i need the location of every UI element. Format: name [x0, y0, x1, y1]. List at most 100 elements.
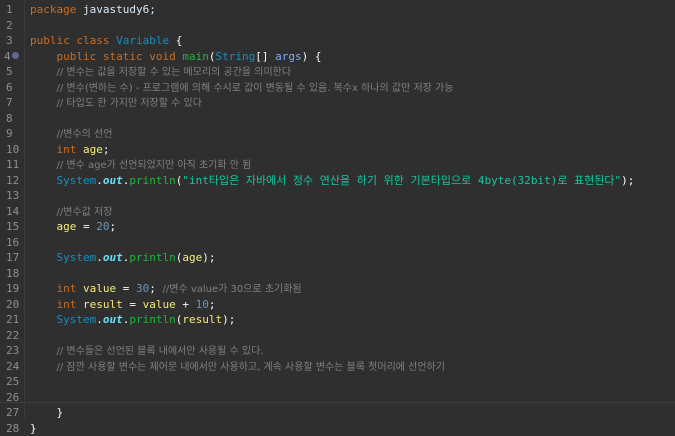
- code-token: [30, 298, 57, 311]
- line-number: 10: [6, 142, 20, 158]
- code-token: =: [123, 298, 143, 311]
- code-token: [30, 143, 57, 156]
- code-text: int result = value + 10;: [30, 297, 216, 313]
- line-number: 12: [6, 173, 20, 189]
- code-token: value: [83, 282, 116, 295]
- code-line[interactable]: 11 // 변수 age가 선언되었지만 아직 초기화 안 됨: [0, 157, 675, 173]
- code-text: // 변수는 값을 저장할 수 있는 메모리의 공간을 의미한다: [30, 64, 291, 81]
- code-token: }: [30, 422, 37, 435]
- code-token: age: [57, 220, 77, 233]
- code-line[interactable]: 6 // 변수(변하는 수) - 프로그램에 의해 수시로 값이 변동될 수 있…: [0, 80, 675, 96]
- line-number: 5: [6, 64, 20, 80]
- code-token: );: [202, 251, 215, 264]
- line-number: 9: [6, 126, 20, 142]
- code-line[interactable]: 20 int result = value + 10;: [0, 297, 675, 313]
- code-line[interactable]: 13: [0, 188, 675, 204]
- line-number: 11: [6, 157, 20, 173]
- code-token: out: [103, 251, 123, 264]
- code-token: ;: [149, 282, 162, 295]
- line-number: 23: [6, 343, 20, 359]
- code-line[interactable]: 22: [0, 328, 675, 344]
- code-line[interactable]: 25: [0, 374, 675, 390]
- line-number: 27: [6, 405, 20, 421]
- code-token: [30, 282, 57, 295]
- line-number: 18: [6, 266, 20, 282]
- code-line[interactable]: 5 // 변수는 값을 저장할 수 있는 메모리의 공간을 의미한다: [0, 64, 675, 80]
- line-number: 24: [6, 359, 20, 375]
- code-line[interactable]: 19 int value = 30; //변수 value가 30으로 초기화됨: [0, 281, 675, 297]
- code-token: public: [57, 50, 97, 63]
- code-token: //변수 value가 30으로 초기화됨: [163, 284, 302, 295]
- code-token: [30, 158, 57, 171]
- line-number: 15: [6, 219, 20, 235]
- code-token: [30, 251, 57, 264]
- code-line[interactable]: 23 // 변수들은 선언된 블록 내에서만 사용될 수 있다.: [0, 343, 675, 359]
- code-token: .: [96, 313, 103, 326]
- code-text: // 잠깐 사용할 변수는 제어문 내에서만 사용하고, 계속 사용할 변수는 …: [30, 359, 445, 376]
- code-line[interactable]: 17 System.out.println(age);: [0, 250, 675, 266]
- code-token: void: [149, 50, 176, 63]
- line-number: 17: [6, 250, 20, 266]
- code-token: //변수값 저장: [57, 207, 113, 218]
- code-token: int: [57, 298, 77, 311]
- code-line[interactable]: 21 System.out.println(result);: [0, 312, 675, 328]
- code-token: );: [621, 174, 634, 187]
- code-line[interactable]: 1 package javastudy6;: [0, 2, 675, 18]
- code-line[interactable]: 4 public static void main(String[] args)…: [0, 49, 675, 65]
- code-token: //변수의 선언: [57, 129, 113, 140]
- code-token: [30, 220, 57, 233]
- code-token: ;: [209, 298, 216, 311]
- code-token: =: [76, 220, 96, 233]
- code-text: //변수값 저장: [30, 204, 112, 221]
- line-number: 8: [6, 111, 20, 127]
- code-line[interactable]: 7 // 타입도 한 가지만 저장할 수 있다: [0, 95, 675, 111]
- code-line[interactable]: 24 // 잠깐 사용할 변수는 제어문 내에서만 사용하고, 계속 사용할 변…: [0, 359, 675, 375]
- code-line[interactable]: 15 age = 20;: [0, 219, 675, 235]
- code-token: ;: [110, 220, 117, 233]
- code-line[interactable]: 3public class Variable {: [0, 33, 675, 49]
- code-token: );: [222, 313, 235, 326]
- code-line[interactable]: 12 System.out.println("int타입은 자바에서 정수 연산…: [0, 173, 675, 189]
- code-token: 30: [136, 282, 149, 295]
- code-token: age: [83, 143, 103, 156]
- code-token: out: [103, 313, 123, 326]
- code-token: [30, 360, 57, 373]
- code-line[interactable]: 8: [0, 111, 675, 127]
- line-number: 3: [6, 33, 20, 49]
- code-line[interactable]: 18: [0, 266, 675, 282]
- code-line[interactable]: 2: [0, 18, 675, 34]
- override-triangle-icon[interactable]: [12, 52, 19, 59]
- code-editor[interactable]: 1package javastudy6;23public class Varia…: [0, 0, 675, 419]
- code-token: }: [30, 406, 63, 419]
- code-token: System: [57, 313, 97, 326]
- line-number: 16: [6, 235, 20, 251]
- line-number: 13: [6, 188, 20, 204]
- code-token: [96, 50, 103, 63]
- code-token: {: [169, 34, 182, 47]
- code-line[interactable]: 10 int age;: [0, 142, 675, 158]
- code-line[interactable]: 9 //변수의 선언: [0, 126, 675, 142]
- code-token: // 변수(변하는 수) - 프로그램에 의해 수시로 값이 변동될 수 있음.…: [57, 83, 454, 94]
- line-number: 22: [6, 328, 20, 344]
- code-token: javastudy6;: [76, 3, 155, 16]
- line-number: 28: [6, 421, 20, 436]
- code-token: println: [129, 174, 175, 187]
- code-token: println: [129, 313, 175, 326]
- code-text: //변수의 선언: [30, 126, 112, 143]
- line-number: 1: [6, 2, 20, 18]
- line-number: 2: [6, 18, 20, 34]
- code-line[interactable]: 27 }: [0, 405, 675, 421]
- line-number: 20: [6, 297, 20, 313]
- code-token: package: [30, 3, 76, 16]
- code-line[interactable]: 28}: [0, 421, 675, 436]
- code-token: public: [30, 34, 70, 47]
- code-token: [30, 50, 57, 63]
- code-line[interactable]: 16: [0, 235, 675, 251]
- code-token: value: [143, 298, 176, 311]
- code-line[interactable]: 14 //변수값 저장: [0, 204, 675, 220]
- line-number: 14: [6, 204, 20, 220]
- code-token: [76, 143, 83, 156]
- code-token: // 타입도 한 가지만 저장할 수 있다: [57, 98, 202, 109]
- code-text: // 타입도 한 가지만 저장할 수 있다: [30, 95, 202, 112]
- code-token: +: [176, 298, 196, 311]
